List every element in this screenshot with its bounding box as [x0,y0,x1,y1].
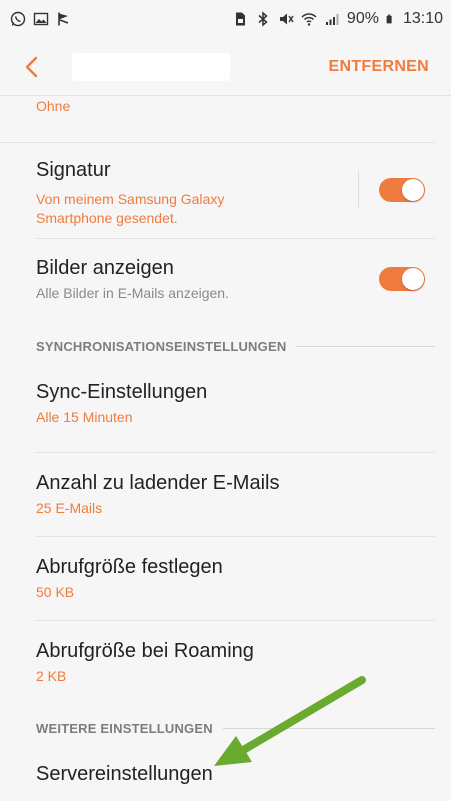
roaming-fetch-size-subtitle: 2 KB [36,668,67,684]
fetch-size-row[interactable]: Abrufgröße festlegen 50 KB [0,537,451,621]
toggle-knob [402,179,424,201]
mute-icon [279,13,294,25]
section-line [222,727,435,729]
gallery-icon [33,12,49,26]
section-title-sync: SYNCHRONISATIONSEINSTELLUNGEN [36,338,287,354]
server-settings-row[interactable]: Servereinstellungen [0,751,451,801]
signature-text: Signatur Von meinem Samsung Galaxy Smart… [36,143,276,228]
battery-percent: 90% [346,10,379,27]
fetch-size-subtitle: 50 KB [36,584,75,600]
signature-subtitle: Von meinem Samsung Galaxy Smartphone ges… [36,191,225,226]
fetch-size-title: Abrufgröße festlegen [36,556,223,578]
whatsapp-icon [10,11,26,27]
partial-setting-value: Ohne [36,98,71,114]
row-divider-vertical [358,171,359,207]
email-count-title: Anzahl zu ladender E-Mails [36,472,280,494]
status-bar-left [10,11,72,27]
roaming-fetch-size-row[interactable]: Abrufgröße bei Roaming 2 KB [0,621,451,705]
bluetooth-icon [258,11,268,27]
signature-title: Signatur [36,159,111,181]
sync-settings-title: Sync-Einstellungen [36,381,208,403]
server-settings-text: Servereinstellungen [36,751,451,786]
clock: 13:10 [402,10,443,27]
section-header-sync: SYNCHRONISATIONSEINSTELLUNGEN [0,323,451,369]
signature-row[interactable]: Signatur Von meinem Samsung Galaxy Smart… [0,143,451,239]
back-button[interactable] [24,47,64,87]
battery-icon [386,14,392,24]
status-bar: 90% 13:10 [0,0,451,38]
email-count-subtitle: 25 E-Mails [36,500,103,516]
partial-setting-row[interactable]: Ohne [0,96,435,143]
signal-icon [325,14,339,25]
sync-settings-row[interactable]: Sync-Einstellungen Alle 15 Minuten [0,369,451,453]
show-images-toggle[interactable] [379,267,425,291]
roaming-fetch-size-title: Abrufgröße bei Roaming [36,640,254,662]
server-settings-title: Servereinstellungen [36,763,213,785]
sync-settings-subtitle: Alle 15 Minuten [36,409,133,425]
remove-button[interactable]: ENTFERNEN [329,58,429,76]
chevron-left-icon [25,56,38,77]
section-header-more: WEITERE EINSTELLUNGEN [0,705,451,751]
sim-icon [235,12,245,26]
toggle-knob [402,268,424,290]
status-bar-right: 90% 13:10 [232,10,443,28]
settings-list: Ohne Signatur Von meinem Samsung Galaxy … [0,96,451,801]
section-line [296,345,435,347]
show-images-row[interactable]: Bilder anzeigen Alle Bilder in E-Mails a… [0,239,451,323]
app-toolbar: ENTFERNEN [0,38,451,96]
flag-icon [58,12,69,26]
email-count-text: Anzahl zu ladender E-Mails 25 E-Mails [36,453,451,516]
fetch-size-text: Abrufgröße festlegen 50 KB [36,537,451,600]
email-count-row[interactable]: Anzahl zu ladender E-Mails 25 E-Mails [0,453,451,537]
account-title-redacted [72,52,230,81]
signature-toggle[interactable] [379,178,425,202]
roaming-fetch-size-text: Abrufgröße bei Roaming 2 KB [36,621,451,684]
wifi-icon [301,13,317,26]
sync-settings-text: Sync-Einstellungen Alle 15 Minuten [36,369,451,425]
section-title-more: WEITERE EINSTELLUNGEN [36,720,213,736]
